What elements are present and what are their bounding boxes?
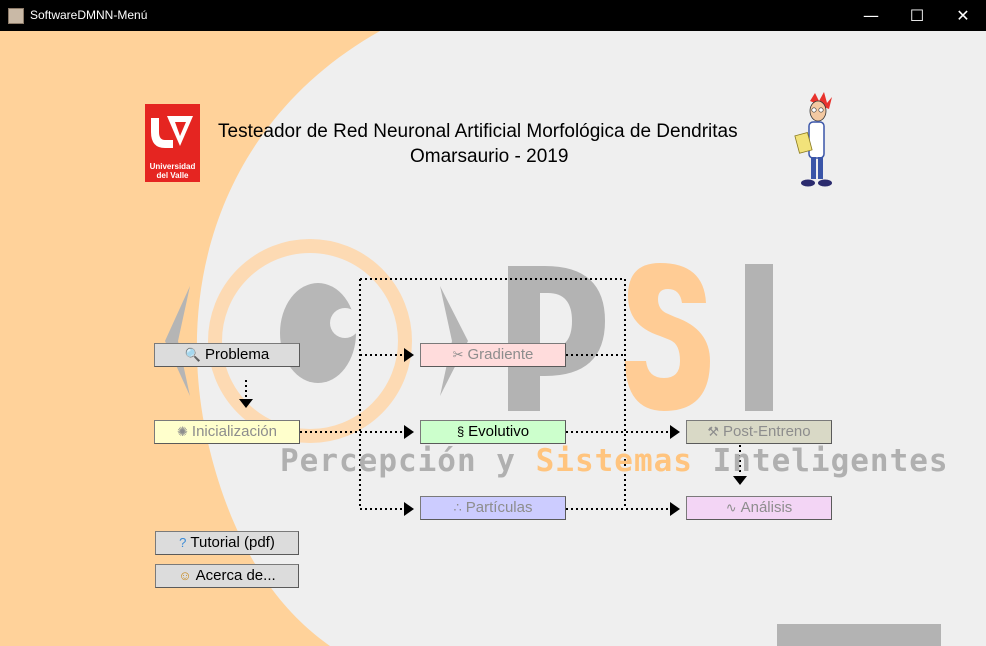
psi-tagline: Percepción y Sistemas Inteligentes xyxy=(280,443,949,479)
univalle-line2: del Valle xyxy=(156,171,189,180)
problema-label: Problema xyxy=(204,346,270,363)
close-button[interactable]: ✕ xyxy=(940,0,986,31)
univalle-line1: Universidad xyxy=(149,162,196,171)
tutorial-label: Tutorial (pdf) xyxy=(190,534,275,551)
window-title: SoftwareDMNN-Menú xyxy=(30,8,148,22)
arrow-particulas xyxy=(404,502,414,516)
main-panel: Universidad del Valle Testeador de Red N… xyxy=(0,31,986,646)
problema-button[interactable]: 🔍 Problema xyxy=(154,343,300,367)
person-icon: ☺ xyxy=(178,568,192,583)
inicializacion-label: Inicialización xyxy=(191,423,277,440)
gradiente-button[interactable]: ✂ Gradiente xyxy=(420,343,566,367)
analisis-button[interactable]: ∿ Análisis xyxy=(686,496,832,520)
univalle-logo-text: Universidad del Valle xyxy=(145,162,200,180)
tutorial-button[interactable]: ? Tutorial (pdf) xyxy=(155,531,299,555)
omarsaurio-character xyxy=(794,92,832,187)
watermark-letter-i xyxy=(745,264,773,411)
arrow-analisis xyxy=(670,502,680,516)
minimize-button[interactable]: — xyxy=(848,0,894,31)
window-titlebar: SoftwareDMNN-Menú — ☐ ✕ xyxy=(0,0,986,31)
help-icon: ? xyxy=(179,535,187,550)
magnifier-icon: 🔍 xyxy=(184,347,201,362)
eye-highlight xyxy=(330,308,360,338)
partial-panel xyxy=(777,624,941,646)
sparkle-icon: ✺ xyxy=(177,424,188,439)
arrow-postentreno xyxy=(670,425,680,439)
watermark-letter-s xyxy=(625,263,710,411)
acerca-button[interactable]: ☺ Acerca de... xyxy=(155,564,299,588)
univalle-logo: Universidad del Valle xyxy=(145,104,200,182)
inicializacion-button[interactable]: ✺ Inicialización xyxy=(154,420,300,444)
arrow-evolutivo xyxy=(404,425,414,439)
dna-icon: § xyxy=(456,424,465,439)
page-title: Testeador de Red Neuronal Artificial Mor… xyxy=(218,121,738,142)
watermark-letter-p xyxy=(508,266,605,411)
univalle-logo-mark xyxy=(151,116,193,148)
page-subtitle: Omarsaurio - 2019 xyxy=(410,146,569,167)
post-entreno-label: Post-Entreno xyxy=(723,423,811,440)
tagline-part1: Percepción y xyxy=(280,443,536,479)
post-entreno-button[interactable]: ⚒ Post-Entreno xyxy=(686,420,832,444)
chart-icon: ∿ xyxy=(725,500,737,515)
app-icon xyxy=(8,8,24,24)
particulas-label: Partículas xyxy=(465,499,533,516)
tagline-part3: Inteligentes xyxy=(692,443,949,479)
acerca-label: Acerca de... xyxy=(195,567,276,584)
evolutivo-label: Evolutivo xyxy=(468,423,530,440)
evolutivo-button[interactable]: § Evolutivo xyxy=(420,420,566,444)
particles-icon: ∴ xyxy=(453,500,462,515)
tagline-part2: Sistemas xyxy=(535,443,693,479)
particulas-button[interactable]: ∴ Partículas xyxy=(420,496,566,520)
maximize-button[interactable]: ☐ xyxy=(894,0,940,31)
wrench-icon: ⚒ xyxy=(707,424,720,439)
right-bracket-shape xyxy=(440,286,468,396)
gradiente-label: Gradiente xyxy=(467,346,534,363)
tools-icon: ✂ xyxy=(452,347,464,362)
analisis-label: Análisis xyxy=(740,499,793,516)
